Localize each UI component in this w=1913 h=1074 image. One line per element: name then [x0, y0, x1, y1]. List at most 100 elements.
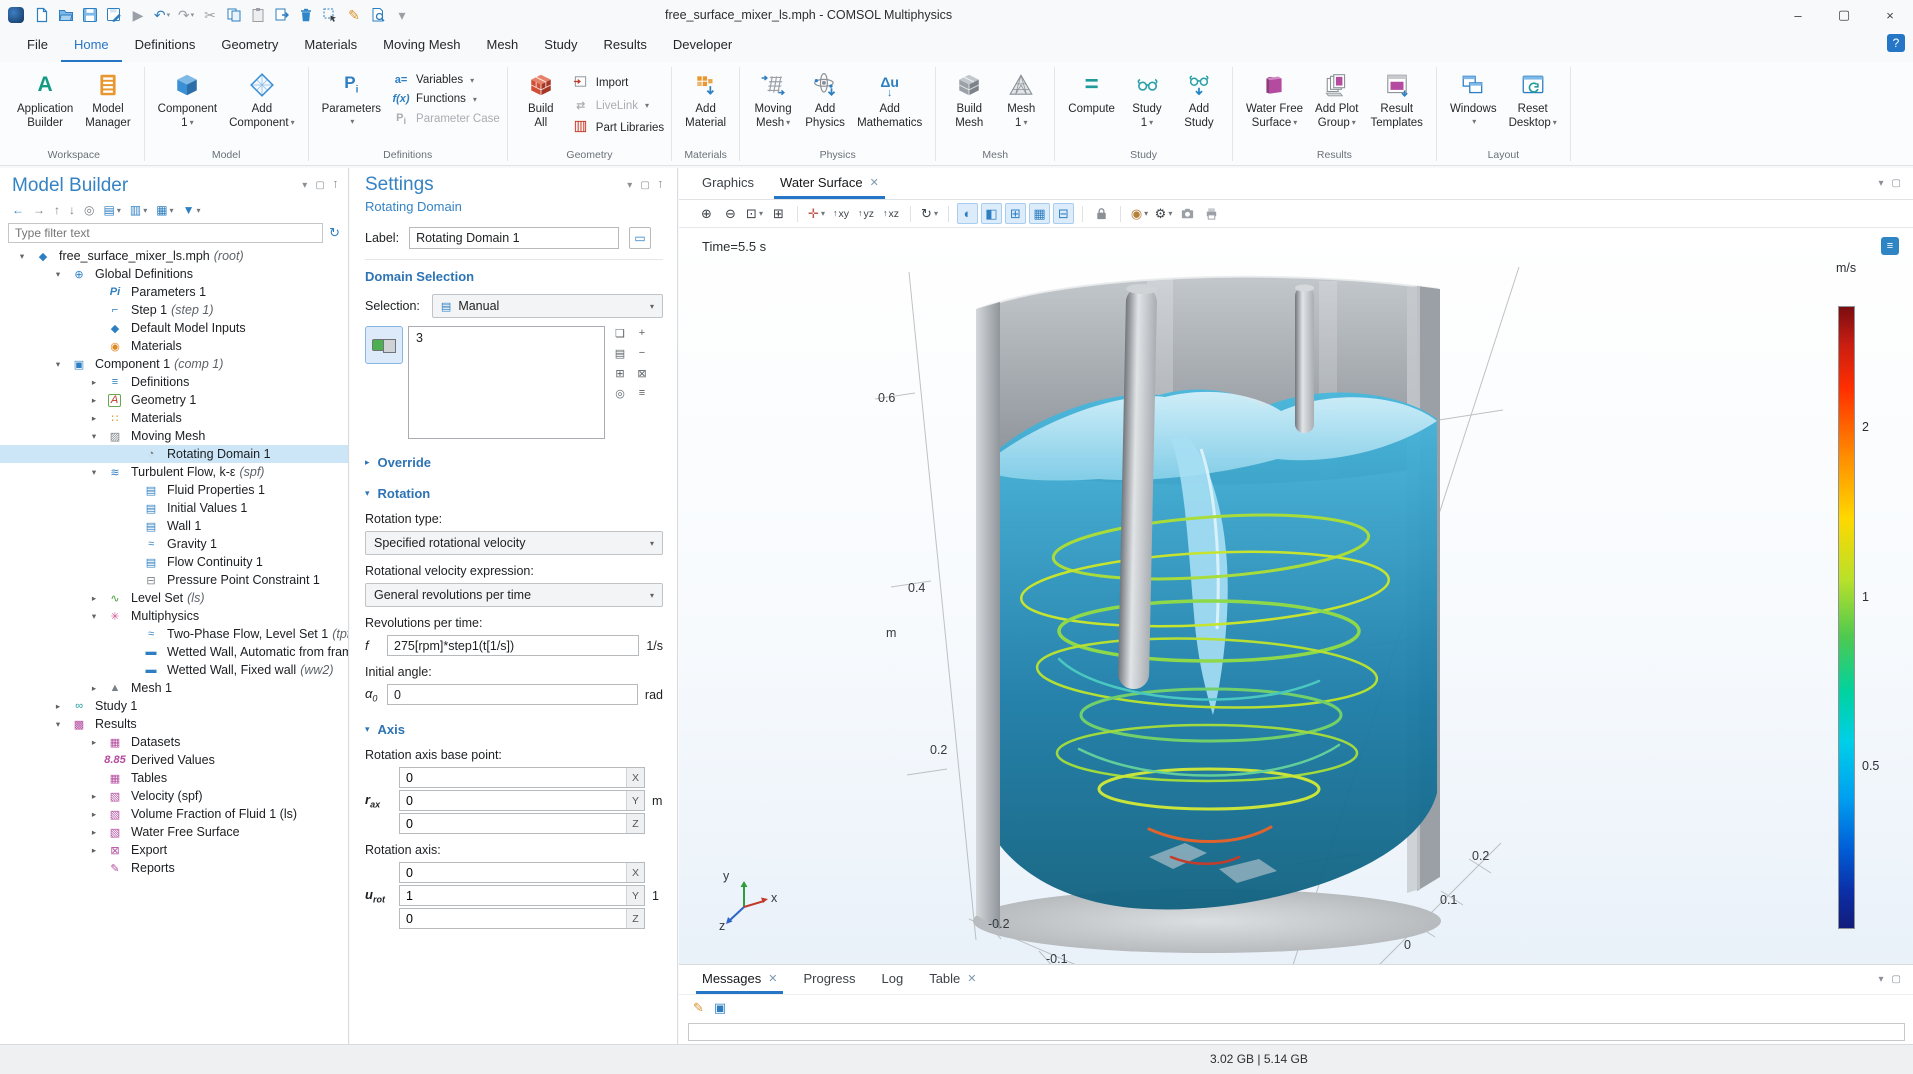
variables-button[interactable]: a=Variables▾	[391, 74, 500, 86]
rotate-view-icon[interactable]: ↻▾	[919, 203, 940, 224]
lock-icon[interactable]	[1091, 203, 1112, 224]
tab-home[interactable]: Home	[61, 30, 122, 62]
add-selection-icon[interactable]: +	[635, 326, 649, 340]
tree-item-wall-1[interactable]: ▤Wall 1	[0, 517, 348, 535]
tree-item-root[interactable]: ▾◆free_surface_mixer_ls.mph(root)	[0, 247, 348, 265]
panel-menu-icon[interactable]: ▾	[627, 180, 632, 191]
tree-item-export[interactable]: ▸⊠Export	[0, 841, 348, 859]
initial-angle-input[interactable]	[387, 684, 638, 705]
snapshot-icon[interactable]	[1177, 203, 1198, 224]
tab-developer[interactable]: Developer	[660, 30, 745, 62]
panel-menu-icon[interactable]: ▾	[302, 180, 307, 191]
tree-item-two-phase-flow-level-set-1[interactable]: ≈Two-Phase Flow, Level Set 1(tpf1)	[0, 625, 348, 643]
xz-view-button[interactable]: ↑xz	[880, 208, 902, 220]
paste-button[interactable]	[246, 4, 270, 26]
copy-button[interactable]	[222, 4, 246, 26]
tree-item-results[interactable]: ▾▩Results	[0, 715, 348, 733]
edit-label-button[interactable]: ▭	[629, 227, 651, 249]
panel-menu-icon[interactable]: ▾	[1879, 974, 1884, 985]
moving-mesh-button[interactable]: MovingMesh▾	[747, 67, 799, 132]
tree-item-velocity[interactable]: ▸▧Velocity (spf)	[0, 787, 348, 805]
copy-log-icon[interactable]: ▣	[714, 1000, 726, 1016]
tree-item-derived-values[interactable]: 8.85Derived Values	[0, 751, 348, 769]
move-down-icon[interactable]: ↓	[69, 203, 75, 217]
water-free-surface-button[interactable]: Water FreeSurface▾	[1240, 67, 1309, 132]
tree-item-pressure-point-constraint-1[interactable]: ⊟Pressure Point Constraint 1	[0, 571, 348, 589]
delete-button[interactable]	[294, 4, 318, 26]
minimize-button[interactable]: –	[1775, 0, 1821, 30]
tab-moving-mesh[interactable]: Moving Mesh	[370, 30, 473, 62]
appearance-icon[interactable]: ◉▾	[1129, 203, 1150, 224]
panel-float-icon[interactable]: ▢	[640, 180, 649, 191]
tab-log[interactable]: Log	[876, 965, 910, 994]
zoom-out-icon[interactable]: ⊖	[720, 203, 741, 224]
move-up-icon[interactable]: ↑	[54, 203, 60, 217]
remove-selection-icon[interactable]: −	[635, 346, 649, 360]
tree-item-definitions[interactable]: ▸≡Definitions	[0, 373, 348, 391]
tree-item-initial-values-1[interactable]: ▤Initial Values 1	[0, 499, 348, 517]
tree-item-wetted-wall-automatic[interactable]: ▬Wetted Wall, Automatic from frame(ww1)	[0, 643, 348, 661]
show-icon[interactable]: ◎	[84, 203, 94, 217]
selection-list[interactable]: 3	[408, 326, 605, 439]
node-view-icon[interactable]: ▦▾	[156, 203, 173, 217]
print-icon[interactable]	[1201, 203, 1222, 224]
tab-definitions[interactable]: Definitions	[122, 30, 209, 62]
panel-float-icon[interactable]: ▢	[315, 180, 324, 191]
back-icon[interactable]: ←	[12, 203, 24, 217]
tab-geometry[interactable]: Geometry	[208, 30, 291, 62]
rve-dropdown[interactable]: General revolutions per time▾	[365, 583, 663, 607]
add-study-button[interactable]: AddStudy	[1173, 67, 1225, 132]
tree-item-turbulent-flow[interactable]: ▾≋Turbulent Flow, k-ε(spf)	[0, 463, 348, 481]
compute-button[interactable]: = Compute	[1062, 67, 1121, 119]
component-1-button[interactable]: Component1▾	[152, 67, 223, 132]
tree-item-water-free-surface[interactable]: ▸▧Water Free Surface	[0, 823, 348, 841]
copy-all-icon[interactable]: ⊠	[635, 366, 649, 380]
scene-light-icon[interactable]: ◐	[957, 203, 978, 224]
new-file-button[interactable]	[30, 4, 54, 26]
plot-canvas[interactable]: Time=5.5 s ≡	[679, 229, 1913, 964]
tree-item-study-1[interactable]: ▸∞Study 1	[0, 697, 348, 715]
tree-item-multiphysics[interactable]: ▾✳Multiphysics	[0, 607, 348, 625]
base-y-field[interactable]: Y	[399, 790, 645, 811]
zoom-to-selection-icon[interactable]: ◎	[613, 386, 627, 400]
panel-menu-icon[interactable]: ▾	[1879, 178, 1884, 189]
zoom-in-icon[interactable]: ⊕	[696, 203, 717, 224]
refresh-icon[interactable]: ↻	[329, 225, 340, 241]
active-selection-toggle[interactable]	[365, 326, 403, 364]
tree-item-geometry-1[interactable]: ▸AGeometry 1	[0, 391, 348, 409]
show-mesh-icon[interactable]: ▦	[1029, 203, 1050, 224]
message-line[interactable]	[688, 1023, 1905, 1041]
axis-z-field[interactable]: Z	[399, 908, 645, 929]
panel-float-icon[interactable]: ▢	[1892, 974, 1901, 985]
forward-icon[interactable]: →	[33, 203, 45, 217]
tab-materials[interactable]: Materials	[291, 30, 370, 62]
tree-item-flow-continuity-1[interactable]: ▤Flow Continuity 1	[0, 553, 348, 571]
close-tab-icon[interactable]: ✕	[768, 972, 777, 985]
close-button[interactable]: ×	[1867, 0, 1913, 30]
study-1-button[interactable]: Study1▾	[1121, 67, 1173, 132]
tree-item-fluid-properties-1[interactable]: ▤Fluid Properties 1	[0, 481, 348, 499]
tab-table[interactable]: Table✕	[923, 965, 982, 994]
collapse-icon[interactable]: ▥▾	[130, 203, 147, 217]
base-x-field[interactable]: X	[399, 767, 645, 788]
tree-item-component-1[interactable]: ▾▣Component 1(comp 1)	[0, 355, 348, 373]
selection-dropdown[interactable]: ▤ Manual ▾	[432, 294, 663, 318]
panel-pin-icon[interactable]: ⊺	[658, 180, 663, 191]
clear-selection-icon[interactable]: ⊞	[613, 366, 627, 380]
override-section[interactable]: ▸Override	[365, 455, 663, 470]
tree-item-gravity-1[interactable]: ≈Gravity 1	[0, 535, 348, 553]
axis-section[interactable]: ▾Axis	[365, 722, 663, 737]
paste-selection-icon[interactable]: ▤	[613, 346, 627, 360]
model-manager-button[interactable]: ModelManager	[79, 67, 136, 132]
show-grid-icon[interactable]: ⊞	[1005, 203, 1026, 224]
tree-item-parameters-1[interactable]: PiParameters 1	[0, 283, 348, 301]
tab-graphics[interactable]: Graphics	[696, 168, 760, 199]
preview-document-button[interactable]	[366, 4, 390, 26]
run-button[interactable]: ▶	[126, 4, 150, 26]
orthographic-projection-icon[interactable]: ⊟	[1053, 203, 1074, 224]
default-view-icon[interactable]: ✛▾	[806, 203, 827, 224]
tab-mesh[interactable]: Mesh	[473, 30, 531, 62]
add-mathematics-button[interactable]: Δu↓ AddMathematics	[851, 67, 928, 132]
format-brush-button[interactable]: ✎	[342, 4, 366, 26]
domain-selection-heading[interactable]: Domain Selection	[365, 269, 663, 284]
